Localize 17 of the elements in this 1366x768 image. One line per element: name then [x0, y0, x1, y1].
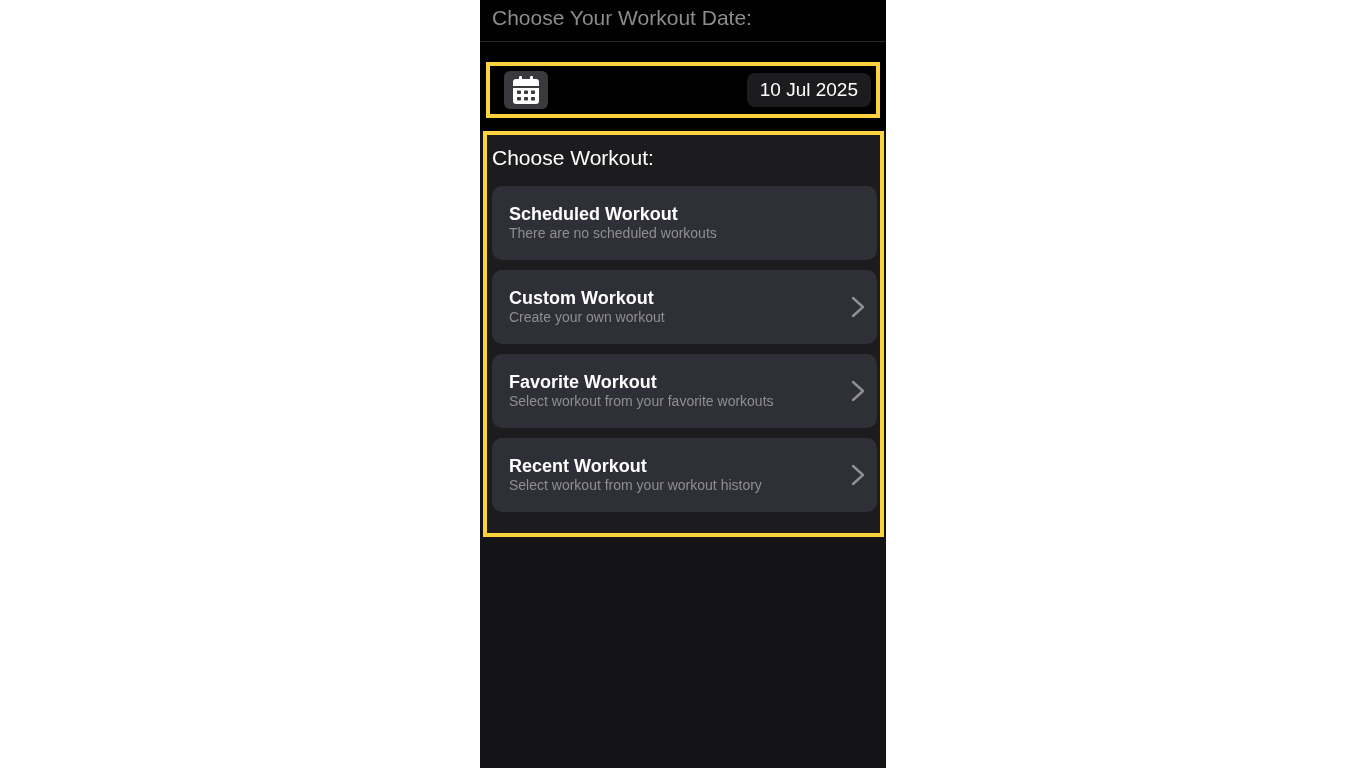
option-title: Custom Workout — [509, 288, 655, 309]
date-field[interactable]: 10 Jul 2025 — [746, 73, 871, 107]
workout-option[interactable]: Custom Workout Create your own workout — [492, 270, 877, 344]
screen-title: Choose Your Workout Date: — [492, 4, 752, 31]
workout-option[interactable]: Favorite Workout Select workout from your favorite workouts — [492, 354, 877, 428]
option-description: Select workout from your workout history — [509, 477, 762, 494]
option-title: Scheduled Workout — [509, 204, 679, 225]
option-title: Favorite Workout — [509, 372, 658, 393]
workout-option[interactable]: Recent Workout Select workout from your workout history — [492, 438, 877, 512]
section-title: Choose Workout: — [492, 145, 655, 171]
calendar-icon — [513, 76, 539, 104]
option-description: Select workout from your favorite workouts — [509, 393, 774, 410]
option-title: Recent Workout — [509, 456, 648, 477]
option-description: Create your own workout — [509, 309, 665, 326]
option-description: There are no scheduled workouts — [509, 225, 717, 242]
workout-option[interactable]: Scheduled Workout There are no scheduled workouts — [492, 186, 877, 260]
calendar-button[interactable] — [504, 71, 548, 109]
